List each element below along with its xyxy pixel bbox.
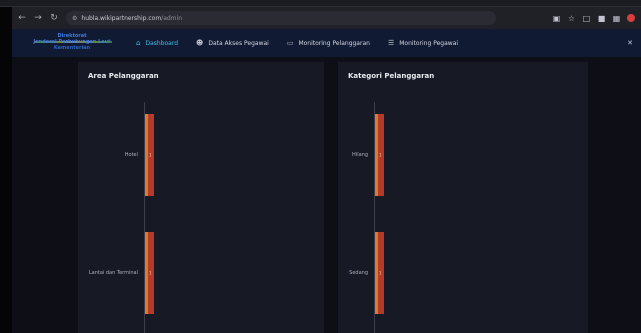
left-edge [0,7,12,333]
logo-line3: Kementerian [53,45,91,51]
chart-bar[interactable]: 1 [145,114,154,196]
logo[interactable]: Direktorat Jenderal Perhubungan Laut Kem… [26,30,118,56]
users-icon: ☻ [196,39,204,47]
app-navbar: Direktorat Jenderal Perhubungan Laut Kem… [12,29,641,57]
address-bar[interactable]: ⚙ hubla.wikipartnership.com /admin [66,11,496,25]
extension-icon[interactable]: □ [582,14,591,23]
category-label: Hilang [352,152,368,158]
main-menu: ⌂ Dashboard ☻ Data Akses Pegawai ▭ Monit… [136,39,476,47]
bar-value-label: 1 [149,270,152,276]
star-icon[interactable]: ☆ [567,14,576,23]
url-path: /admin [161,14,182,22]
panel-title: Area Pelanggaran [88,72,159,80]
url-host: hubla.wikipartnership.com [81,14,162,22]
list-icon: ☰ [387,39,395,47]
area-pelanggaran-panel: Area Pelanggaran 1 Hotel 1 Lantai dan Termi… [78,62,324,333]
close-icon[interactable]: ✕ [627,39,633,47]
category-label: Hotel [124,152,138,158]
nav-item-dashboard[interactable]: ⌂ Dashboard [136,39,178,47]
nav-item-monitoring-pelanggaran[interactable]: ▭ Monitoring Pelanggaran [287,39,370,47]
menu-icon[interactable]: ▦ [612,14,621,23]
site-info-icon[interactable]: ⚙ [72,15,77,22]
refresh-icon[interactable]: ↻ [48,12,60,24]
chart-bar[interactable]: 1 [375,114,384,196]
panel-title: Kategori Pelanggaran [348,72,435,80]
bar-value-label: 1 [379,270,382,276]
browser-toolbar: ← → ↻ ⚙ hubla.wikipartnership.com /admin… [12,7,641,29]
chart-bar[interactable]: 1 [145,232,154,314]
nav-item-label: Monitoring Pelanggaran [298,39,370,47]
clipboard-icon: ▭ [286,39,294,47]
record-icon[interactable] [627,14,635,22]
bar-value-label: 1 [149,152,152,158]
category-label: Lantai dan Terminal [88,270,138,276]
nav-item-label: Data Akses Pegawai [208,39,269,47]
nav-item-monitoring-pegawai[interactable]: ☰ Monitoring Pegawai [388,39,458,47]
bar-value-label: 1 [379,152,382,158]
chart-bar[interactable]: 1 [375,232,384,314]
home-icon: ⌂ [136,39,141,47]
forward-icon[interactable]: → [32,12,44,24]
translate-icon[interactable]: ▣ [552,14,561,23]
kategori-pelanggaran-panel: Kategori Pelanggaran 1 Hilang 1 Sedang [338,62,588,333]
nav-item-label: Monitoring Pegawai [399,39,459,47]
nav-item-data-akses-pegawai[interactable]: ☻ Data Akses Pegawai [196,39,269,47]
back-icon[interactable]: ← [16,12,28,24]
profile-icon[interactable]: ■ [597,14,606,23]
category-label: Sedang [349,270,368,276]
nav-item-label: Dashboard [145,39,179,47]
